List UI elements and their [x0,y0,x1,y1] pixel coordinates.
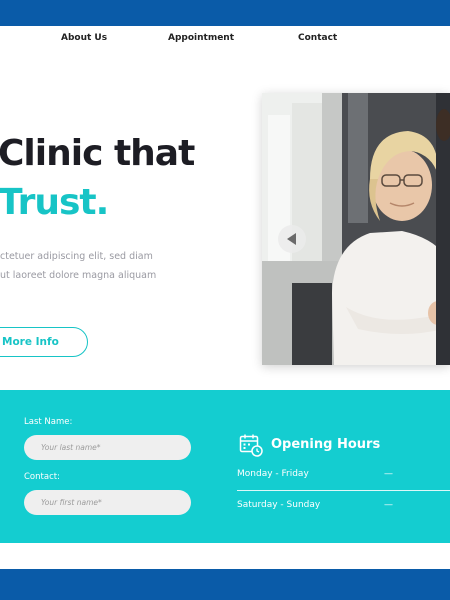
hours-day-weekend: Saturday - Sunday [237,500,321,510]
hero-title-line1: Clinic that [0,133,195,174]
hero-title-line2: Trust. [0,182,109,223]
appointment-band [0,390,450,543]
hours-day-weekdays: Monday - Friday [237,469,309,479]
hours-value-weekend: — [384,500,393,510]
hero-description-line1: ctetuer adipiscing elit, sed diam [0,251,153,262]
last-name-label: Last Name: [24,417,73,427]
hero-description-line2: ut laoreet dolore magna aliquam [0,270,157,281]
bottom-frame-bar [0,569,450,600]
hours-divider [237,490,450,491]
arrow-left-icon [287,233,296,245]
calendar-clock-icon [239,434,263,457]
carousel-prev-button[interactable] [278,225,306,253]
more-info-button-label: More Info [2,336,59,348]
contact-label: Contact: [24,472,60,482]
contact-input[interactable] [24,490,191,515]
nav-appointment[interactable]: Appointment [168,33,234,43]
opening-hours-title: Opening Hours [271,437,381,452]
hours-value-weekdays: — [384,469,393,479]
nav-contact[interactable]: Contact [298,33,337,43]
nav-about-us[interactable]: About Us [61,33,107,43]
top-frame-bar [0,0,450,26]
last-name-input[interactable] [24,435,191,460]
